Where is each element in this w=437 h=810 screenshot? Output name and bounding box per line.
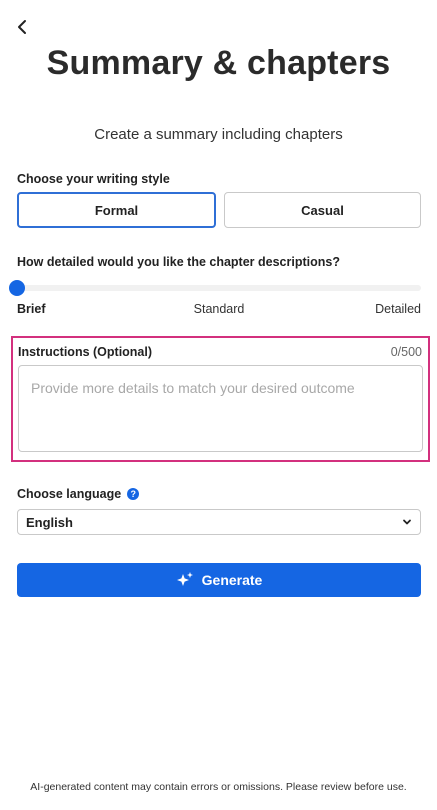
level-standard-label: Standard — [193, 302, 245, 316]
language-select[interactable]: English — [17, 509, 421, 535]
detail-level-labels: Brief Standard Detailed — [17, 302, 421, 318]
language-label: Choose language — [17, 487, 122, 501]
instructions-section: Instructions (Optional) 0/500 — [11, 336, 430, 462]
casual-style-button[interactable]: Casual — [224, 192, 421, 228]
chevron-down-icon — [403, 519, 411, 525]
slider-thumb[interactable] — [9, 280, 25, 296]
writing-style-group: Formal Casual — [17, 192, 421, 228]
detail-slider[interactable] — [9, 280, 421, 296]
back-button[interactable] — [12, 16, 34, 38]
character-counter: 0/500 — [390, 345, 422, 359]
sparkle-icon — [176, 572, 193, 586]
formal-style-button[interactable]: Formal — [17, 192, 216, 228]
level-detailed-label: Detailed — [375, 302, 421, 316]
question-circle-icon[interactable]: ? — [127, 488, 140, 500]
writing-style-label: Choose your writing style — [17, 172, 170, 186]
generate-label: Generate — [201, 572, 263, 588]
slider-track[interactable] — [17, 285, 421, 291]
level-brief-label: Brief — [17, 302, 46, 316]
page-subtitle: Create a summary including chapters — [94, 126, 343, 143]
language-selected-value: English — [26, 514, 73, 530]
chevron-left-icon — [18, 20, 26, 34]
instructions-textarea[interactable] — [18, 365, 423, 452]
detail-level-label: How detailed would you like the chapter … — [17, 255, 340, 269]
page-title: Summary & chapters — [46, 44, 391, 82]
generate-button[interactable]: Generate — [17, 563, 421, 597]
ai-disclaimer: AI-generated content may contain errors … — [30, 781, 407, 793]
instructions-label: Instructions (Optional) — [18, 345, 153, 359]
language-label-row: Choose language ? — [17, 487, 140, 501]
